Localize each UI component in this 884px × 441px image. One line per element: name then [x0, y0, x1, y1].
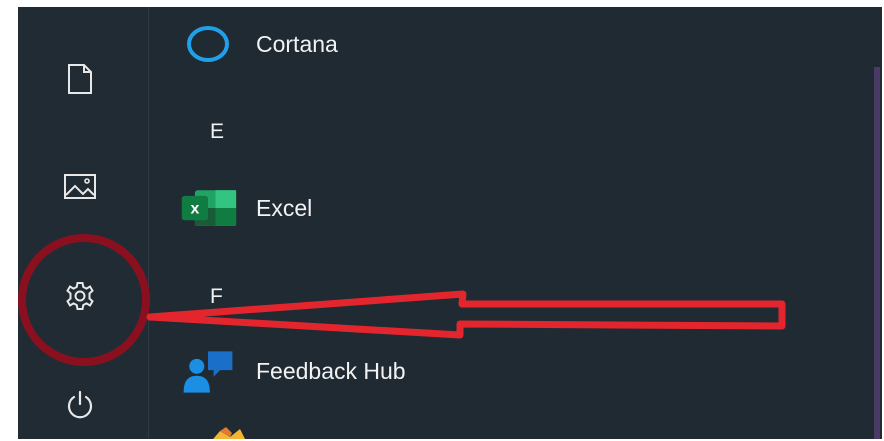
scrollbar-thumb[interactable]	[874, 67, 880, 439]
app-item-excel[interactable]: x Excel	[178, 180, 312, 236]
svg-text:x: x	[190, 201, 199, 218]
app-item-feedback-hub[interactable]: Feedback Hub	[178, 343, 406, 399]
app-label: Feedback Hub	[256, 357, 406, 384]
power-button[interactable]	[48, 377, 112, 433]
pictures-icon	[64, 174, 96, 199]
documents-button[interactable]	[48, 51, 112, 107]
excel-icon: x	[178, 184, 238, 232]
start-menu-rail	[18, 7, 148, 439]
document-icon	[68, 64, 92, 94]
app-item-cortana[interactable]: Cortana	[178, 16, 338, 72]
app-label: Excel	[256, 194, 313, 221]
cortana-icon	[178, 20, 238, 68]
feedback-hub-icon	[178, 347, 238, 395]
pictures-button[interactable]	[48, 159, 112, 215]
screenshot: Cortana E x Excel F Feedback Hub	[0, 0, 884, 441]
rail-divider	[148, 7, 149, 439]
power-icon	[67, 390, 93, 419]
group-letter-f[interactable]: F	[210, 285, 223, 309]
group-letter-e[interactable]: E	[210, 120, 224, 144]
app-label: Cortana	[256, 30, 338, 57]
start-menu: Cortana E x Excel F Feedback Hub	[18, 7, 882, 439]
settings-button[interactable]	[48, 268, 112, 324]
gear-icon	[66, 282, 94, 310]
next-app-icon-partial	[196, 425, 256, 439]
